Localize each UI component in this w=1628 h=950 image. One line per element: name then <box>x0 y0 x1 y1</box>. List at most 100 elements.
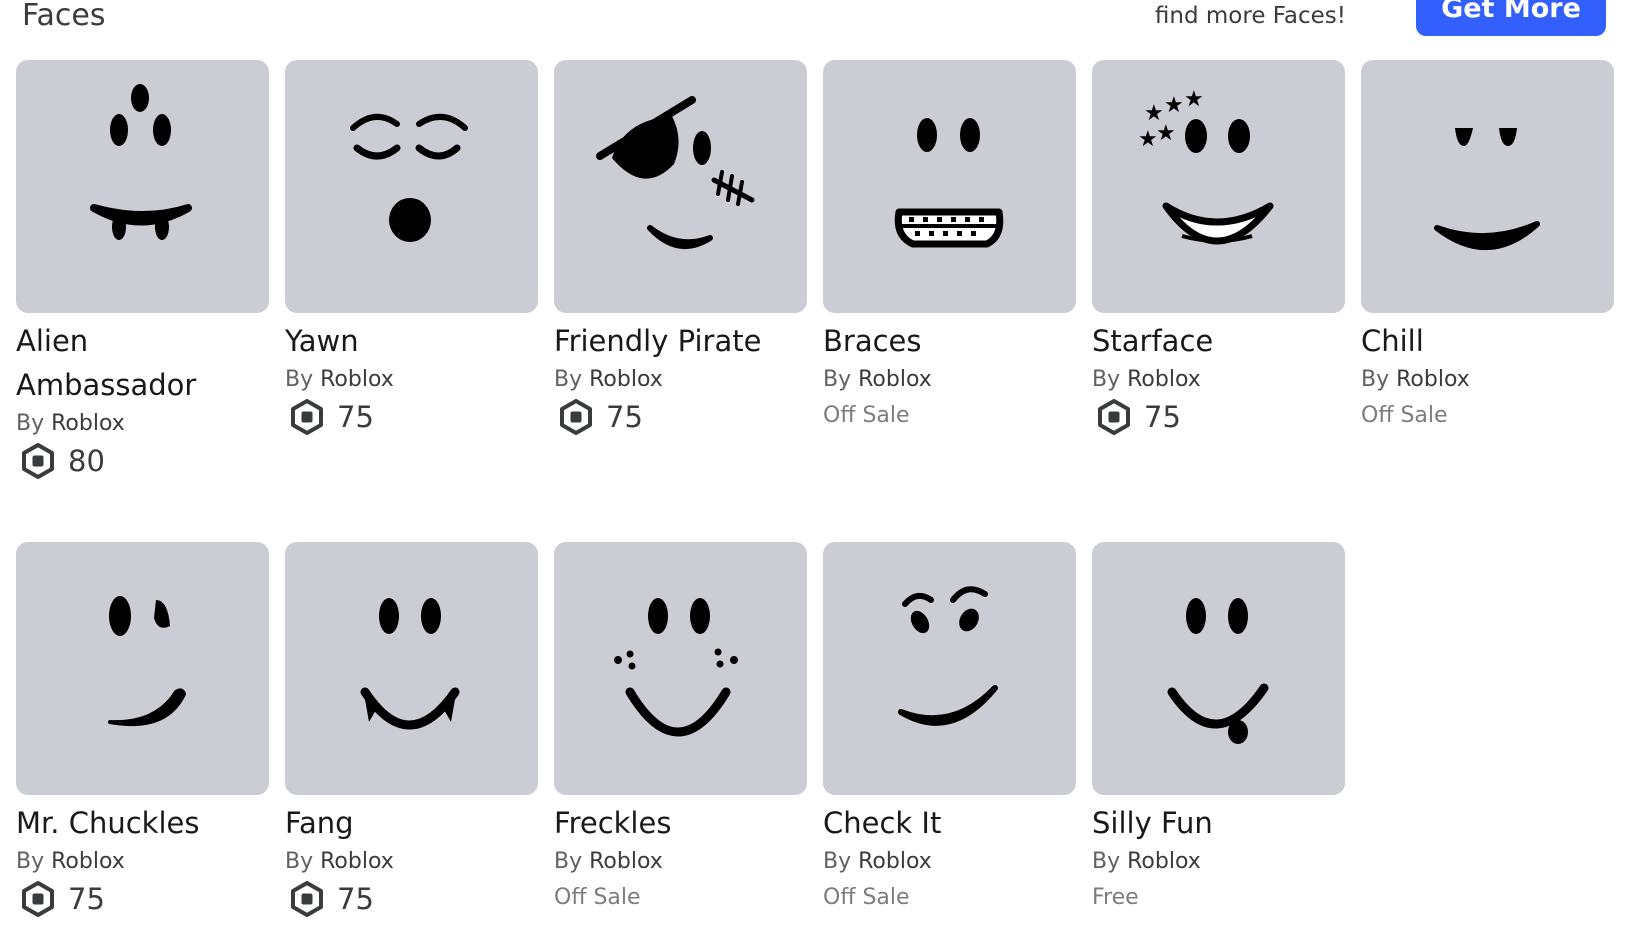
item-thumbnail[interactable] <box>823 542 1076 795</box>
item-price: 75 <box>285 877 538 921</box>
item-card[interactable]: Chill By Roblox Off Sale <box>1361 60 1614 435</box>
item-creator: By Roblox <box>823 845 1076 879</box>
item-card[interactable]: Braces By Roblox Off Sale <box>823 60 1076 435</box>
silly-fun-face-icon <box>1167 598 1269 744</box>
get-more-button[interactable]: Get More <box>1416 0 1606 36</box>
item-name[interactable]: Freckles <box>554 801 814 845</box>
item-thumbnail[interactable] <box>285 542 538 795</box>
by-label: By <box>285 367 314 392</box>
find-more-hint: find more Faces! <box>1154 3 1346 29</box>
robux-icon <box>22 443 54 479</box>
item-creator: By Roblox <box>1092 363 1345 397</box>
item-price: 75 <box>16 877 269 921</box>
item-thumbnail[interactable] <box>16 542 269 795</box>
item-name[interactable]: Starface <box>1092 319 1352 363</box>
by-label: By <box>1092 849 1121 874</box>
item-creator: By Roblox <box>1361 363 1614 397</box>
item-price: 75 <box>285 395 538 439</box>
item-card[interactable]: Mr. Chuckles By Roblox 75 <box>16 542 269 921</box>
freckles-face-icon <box>614 598 738 737</box>
creator-link[interactable]: Roblox <box>1396 367 1470 392</box>
price-value: 75 <box>337 882 374 916</box>
robux-icon <box>291 399 323 435</box>
item-creator: By Roblox <box>16 407 269 441</box>
creator-link[interactable]: Roblox <box>1127 367 1201 392</box>
mr-chuckles-face-icon <box>108 596 186 727</box>
item-name[interactable]: Yawn <box>285 319 545 363</box>
section-title: Faces <box>22 0 106 33</box>
item-creator: By Roblox <box>554 845 807 879</box>
by-label: By <box>823 367 852 392</box>
by-label: By <box>16 849 45 874</box>
item-name[interactable]: Chill <box>1361 319 1621 363</box>
by-label: By <box>554 367 583 392</box>
item-creator: By Roblox <box>823 363 1076 397</box>
sale-status: Off Sale <box>823 885 910 910</box>
item-creator: By Roblox <box>554 363 807 397</box>
item-creator: By Roblox <box>285 363 538 397</box>
robux-icon <box>291 881 323 917</box>
item-card[interactable]: Freckles By Roblox Off Sale <box>554 542 807 917</box>
item-name[interactable]: Alien Ambassador <box>16 319 276 407</box>
creator-link[interactable]: Roblox <box>858 367 932 392</box>
item-card[interactable]: ★ ★ ★ ★ ★ Starface By Roblox 75 <box>1092 60 1345 439</box>
item-thumbnail[interactable] <box>1361 60 1614 313</box>
creator-link[interactable]: Roblox <box>589 367 663 392</box>
item-card[interactable]: Alien Ambassador By Roblox 80 <box>16 60 269 483</box>
item-price: 75 <box>1092 395 1345 439</box>
by-label: By <box>1092 367 1121 392</box>
price-value: 75 <box>606 400 643 434</box>
price-value: 75 <box>1144 400 1181 434</box>
sale-status: Off Sale <box>823 403 910 428</box>
creator-link[interactable]: Roblox <box>51 849 125 874</box>
item-name[interactable]: Mr. Chuckles <box>16 801 276 845</box>
by-label: By <box>823 849 852 874</box>
item-price: 75 <box>554 395 807 439</box>
item-card[interactable]: Check It By Roblox Off Sale <box>823 542 1076 917</box>
item-name[interactable]: Silly Fun <box>1092 801 1352 845</box>
item-thumbnail[interactable] <box>285 60 538 313</box>
alien-ambassador-face-icon <box>90 84 192 240</box>
creator-link[interactable]: Roblox <box>858 849 932 874</box>
fang-face-icon <box>360 598 460 730</box>
item-name[interactable]: Braces <box>823 319 1083 363</box>
faces-catalog-page: Faces find more Faces! Get More Alien Am… <box>0 0 1628 950</box>
item-thumbnail[interactable] <box>1092 542 1345 795</box>
svg-text:★: ★ <box>1156 121 1176 146</box>
svg-text:★: ★ <box>1164 93 1184 118</box>
creator-link[interactable]: Roblox <box>589 849 663 874</box>
sale-status: Free <box>1092 885 1139 910</box>
price-value: 75 <box>68 882 105 916</box>
robux-icon <box>560 399 592 435</box>
item-thumbnail[interactable] <box>554 60 807 313</box>
svg-text:★: ★ <box>1184 87 1204 112</box>
item-price: 80 <box>16 439 269 483</box>
creator-link[interactable]: Roblox <box>320 849 394 874</box>
item-thumbnail[interactable]: ★ ★ ★ ★ ★ <box>1092 60 1345 313</box>
item-thumbnail[interactable] <box>554 542 807 795</box>
creator-link[interactable]: Roblox <box>51 411 125 436</box>
svg-text:★: ★ <box>1138 127 1158 152</box>
by-label: By <box>1361 367 1390 392</box>
creator-link[interactable]: Roblox <box>320 367 394 392</box>
price-value: 75 <box>337 400 374 434</box>
braces-face-icon <box>894 118 1004 248</box>
item-card[interactable]: Fang By Roblox 75 <box>285 542 538 921</box>
robux-icon <box>22 881 54 917</box>
item-card[interactable]: Friendly Pirate By Roblox 75 <box>554 60 807 439</box>
item-thumbnail[interactable] <box>823 60 1076 313</box>
starface-face-icon: ★ ★ ★ ★ ★ <box>1138 87 1274 245</box>
yawn-face-icon <box>350 114 468 242</box>
item-thumbnail[interactable] <box>16 60 269 313</box>
item-card[interactable]: Silly Fun By Roblox Free <box>1092 542 1345 917</box>
item-card[interactable]: Yawn By Roblox 75 <box>285 60 538 439</box>
item-name[interactable]: Fang <box>285 801 545 845</box>
by-label: By <box>554 849 583 874</box>
item-name[interactable]: Friendly Pirate <box>554 319 814 363</box>
friendly-pirate-face-icon <box>596 96 755 249</box>
sale-status: Off Sale <box>554 885 641 910</box>
sale-status: Off Sale <box>1361 403 1448 428</box>
item-name[interactable]: Check It <box>823 801 1083 845</box>
by-label: By <box>285 849 314 874</box>
creator-link[interactable]: Roblox <box>1127 849 1201 874</box>
